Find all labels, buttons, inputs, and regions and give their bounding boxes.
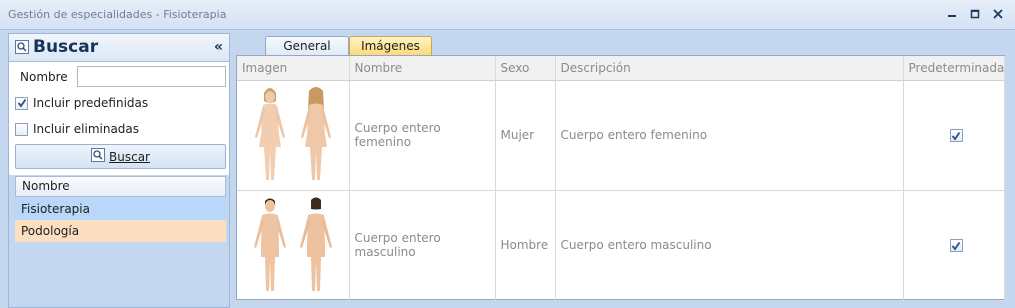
buscar-button[interactable]: Buscar bbox=[15, 144, 226, 169]
buscar-button-label: Buscar bbox=[109, 149, 150, 164]
grid-header-row: Imagen Nombre Sexo Descripción Predeterm… bbox=[237, 56, 1005, 81]
column-header-sexo[interactable]: Sexo bbox=[495, 56, 556, 81]
window-titlebar: Gestión de especialidades - Fisioterapia bbox=[0, 0, 1015, 30]
search-panel-title: Buscar bbox=[33, 37, 99, 57]
female-front-figure bbox=[254, 88, 285, 180]
search-panel-header: Buscar « bbox=[9, 34, 229, 62]
female-back-figure bbox=[300, 87, 331, 180]
predeterminada-checkbox[interactable] bbox=[949, 239, 963, 252]
search-icon bbox=[91, 148, 105, 165]
cell-predeterminada[interactable] bbox=[903, 190, 1005, 301]
list-item-podologia[interactable]: Podología bbox=[15, 220, 226, 242]
incluir-eliminadas-row[interactable]: Incluir eliminadas bbox=[15, 121, 139, 137]
column-header-predeterminada[interactable]: Predeterminada bbox=[903, 56, 1005, 81]
cell-nombre[interactable]: Cuerpo entero femenino bbox=[349, 80, 496, 191]
image-cell[interactable] bbox=[237, 190, 350, 301]
cell-predeterminada[interactable] bbox=[903, 80, 1005, 191]
restore-icon[interactable] bbox=[967, 6, 983, 22]
close-icon[interactable] bbox=[990, 6, 1006, 22]
list-item-fisioterapia[interactable]: Fisioterapia bbox=[15, 198, 226, 220]
search-panel: Buscar « Nombre Incluir predefinidas Inc… bbox=[8, 33, 230, 308]
male-body-image bbox=[237, 191, 349, 299]
tab-general[interactable]: General bbox=[265, 36, 349, 56]
minimize-icon[interactable] bbox=[944, 6, 960, 22]
female-body-image bbox=[237, 81, 349, 189]
incluir-predefinidas-label: Incluir predefinidas bbox=[33, 96, 149, 110]
nombre-label: Nombre bbox=[20, 70, 68, 84]
cell-nombre[interactable]: Cuerpo entero masculino bbox=[349, 190, 496, 301]
incluir-predefinidas-row[interactable]: Incluir predefinidas bbox=[15, 95, 148, 111]
cell-descripcion[interactable]: Cuerpo entero femenino bbox=[555, 80, 904, 191]
column-header-descripcion[interactable]: Descripción bbox=[555, 56, 904, 81]
search-icon bbox=[15, 40, 29, 57]
image-cell[interactable] bbox=[237, 80, 350, 191]
incluir-eliminadas-label: Incluir eliminadas bbox=[33, 122, 140, 136]
list-column-header-nombre[interactable]: Nombre bbox=[15, 176, 226, 197]
predeterminada-checkbox[interactable] bbox=[949, 129, 963, 142]
images-grid: Imagen Nombre Sexo Descripción Predeterm… bbox=[236, 55, 1005, 301]
cell-descripcion[interactable]: Cuerpo entero masculino bbox=[555, 190, 904, 301]
incluir-predefinidas-checkbox[interactable] bbox=[15, 96, 28, 110]
cell-sexo[interactable]: Hombre bbox=[495, 190, 556, 301]
column-header-nombre[interactable]: Nombre bbox=[349, 56, 496, 81]
nombre-input[interactable] bbox=[77, 66, 226, 87]
table-row[interactable]: Cuerpo entero masculino Hombre Cuerpo en… bbox=[237, 190, 1005, 301]
collapse-icon[interactable]: « bbox=[214, 39, 223, 55]
window-title: Gestión de especialidades - Fisioterapia bbox=[8, 8, 227, 21]
cell-sexo[interactable]: Mujer bbox=[495, 80, 556, 191]
tab-imagenes[interactable]: Imágenes bbox=[349, 36, 432, 56]
column-header-imagen[interactable]: Imagen bbox=[237, 56, 350, 81]
male-back-figure bbox=[299, 197, 332, 291]
incluir-eliminadas-checkbox[interactable] bbox=[15, 122, 28, 136]
male-front-figure bbox=[253, 198, 286, 291]
table-row[interactable]: Cuerpo entero femenino Mujer Cuerpo ente… bbox=[237, 80, 1005, 191]
